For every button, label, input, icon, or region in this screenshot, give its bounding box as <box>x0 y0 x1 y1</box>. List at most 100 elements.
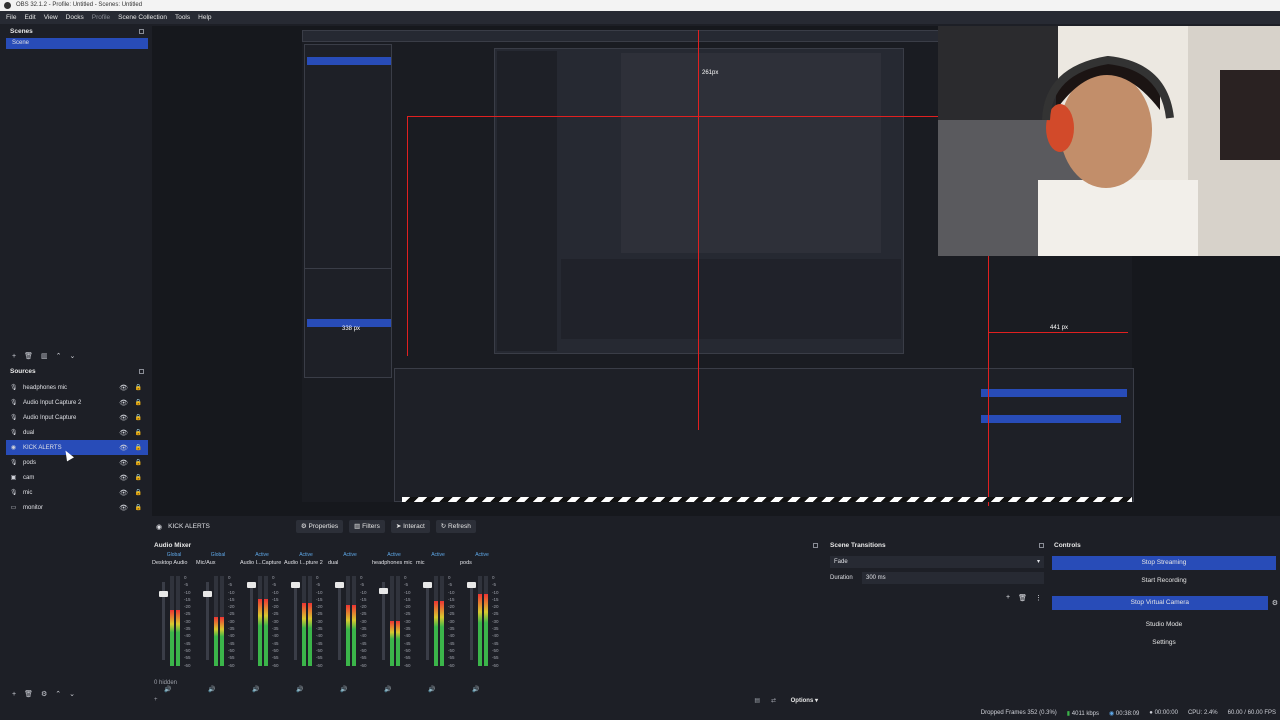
volume-fader[interactable] <box>203 582 212 660</box>
studio-mode-button[interactable]: Studio Mode <box>1052 618 1276 632</box>
speaker-icon[interactable]: 🔊 <box>252 686 259 693</box>
lock-icon[interactable]: 🔒 <box>135 429 142 436</box>
eye-icon[interactable]: 👁 <box>119 474 128 482</box>
speaker-icon[interactable]: 🔊 <box>208 686 215 693</box>
menu-file[interactable]: File <box>6 14 16 21</box>
channel-name[interactable]: pods <box>460 560 504 570</box>
lock-icon[interactable]: 🔒 <box>135 489 142 496</box>
menu-edit[interactable]: Edit <box>24 14 35 21</box>
speaker-icon[interactable]: 🔊 <box>384 686 391 693</box>
menu-scene-collection[interactable]: Scene Collection <box>118 14 167 21</box>
lock-icon[interactable]: 🔒 <box>135 399 142 406</box>
eye-icon[interactable]: 👁 <box>119 384 128 392</box>
fader-knob[interactable] <box>203 591 212 598</box>
channel-name[interactable]: Audio I...Capture <box>240 560 284 570</box>
interact-button[interactable]: ➤ Interact <box>390 520 430 533</box>
trash-icon[interactable]: 🗑 <box>24 690 33 698</box>
source-row-dual[interactable]: 🎙 dual 👁 🔒 <box>6 425 148 440</box>
channel-name[interactable]: mic <box>416 560 460 570</box>
volume-fader[interactable] <box>335 582 344 660</box>
move-up-icon[interactable]: ⌃ <box>55 690 61 698</box>
stop-streaming-button[interactable]: Stop Streaming <box>1052 556 1276 570</box>
speaker-icon[interactable]: 🔊 <box>164 686 171 693</box>
properties-button[interactable]: ⚙ Properties <box>295 520 344 533</box>
fader-knob[interactable] <box>247 582 256 588</box>
volume-fader[interactable] <box>423 582 432 660</box>
stop-virtual-camera-button[interactable]: Stop Virtual Camera <box>1052 596 1268 610</box>
lock-icon[interactable]: 🔒 <box>135 504 142 511</box>
undock-icon[interactable] <box>139 369 144 374</box>
start-recording-button[interactable]: Start Recording <box>1052 574 1276 588</box>
fader-knob[interactable] <box>379 588 388 595</box>
channel-name[interactable]: dual <box>328 560 372 570</box>
source-row-headphones-mic[interactable]: 🎙 headphones mic 👁 🔒 <box>6 380 148 395</box>
source-row-audio-input-capture-2[interactable]: 🎙 Audio Input Capture 2 👁 🔒 <box>6 395 148 410</box>
undock-icon[interactable] <box>813 543 818 548</box>
fader-knob[interactable] <box>423 582 432 588</box>
menu-profile[interactable]: Profile <box>92 14 110 21</box>
channel-name[interactable]: Audio I...pture 2 <box>284 560 328 570</box>
lock-icon[interactable]: 🔒 <box>135 459 142 466</box>
source-row-mic[interactable]: 🎙 mic 👁 🔒 <box>6 485 148 500</box>
source-row-pods[interactable]: 🎙 pods 👁 🔒 <box>6 455 148 470</box>
add-icon[interactable]: + <box>12 353 16 360</box>
speaker-icon[interactable]: 🔊 <box>472 686 479 693</box>
transition-select[interactable]: Fade ▾ <box>830 556 1044 568</box>
lock-icon[interactable]: 🔒 <box>135 384 142 391</box>
eye-icon[interactable]: 👁 <box>119 414 128 422</box>
channel-name[interactable]: Mic/Aux <box>196 560 240 570</box>
speaker-icon[interactable]: 🔊 <box>340 686 347 693</box>
preview-canvas[interactable]: 441 px 261px 338 px <box>152 26 1280 516</box>
channel-name[interactable]: Desktop Audio <box>152 560 196 570</box>
menu-tools[interactable]: Tools <box>175 14 190 21</box>
volume-fader[interactable] <box>247 582 256 660</box>
source-row-monitor[interactable]: ▭ monitor 👁 🔒 <box>6 500 148 515</box>
lock-icon[interactable]: 🔒 <box>135 414 142 421</box>
eye-icon[interactable]: 👁 <box>119 459 128 467</box>
move-up-icon[interactable]: ⌃ <box>56 352 62 360</box>
gear-icon[interactable]: ⚙ <box>41 690 47 698</box>
undock-icon[interactable] <box>1039 543 1044 548</box>
refresh-button[interactable]: ↻ Refresh <box>435 520 476 533</box>
source-row-kick-alerts[interactable]: ◉ KICK ALERTS 👁 🔒 <box>6 440 148 455</box>
trash-icon[interactable]: 🗑 <box>24 352 33 360</box>
move-down-icon[interactable]: ⌄ <box>69 352 75 360</box>
speaker-icon[interactable]: 🔊 <box>296 686 303 693</box>
fader-knob[interactable] <box>467 582 476 588</box>
trash-icon[interactable]: 🗑 <box>1018 594 1027 602</box>
volume-fader[interactable] <box>159 582 168 660</box>
fader-knob[interactable] <box>335 582 344 588</box>
undock-icon[interactable] <box>139 29 144 34</box>
speaker-icon[interactable]: 🔊 <box>428 686 435 693</box>
gear-icon[interactable]: ⚙ <box>1272 599 1278 607</box>
duration-field[interactable]: 300 ms <box>862 572 1044 584</box>
mixer-options-button[interactable]: Options ▾ <box>791 697 818 704</box>
move-down-icon[interactable]: ⌄ <box>69 690 75 698</box>
channel-name[interactable]: headphones mic <box>372 560 416 570</box>
fader-knob[interactable] <box>159 591 168 598</box>
eye-icon[interactable]: 👁 <box>119 444 128 452</box>
filter-icon[interactable]: ▥ <box>41 352 48 360</box>
menu-docks[interactable]: Docks <box>66 14 84 21</box>
source-row-cam[interactable]: ▣ cam 👁 🔒 <box>6 470 148 485</box>
volume-fader[interactable] <box>467 582 476 660</box>
source-row-audio-input-capture[interactable]: 🎙 Audio Input Capture 👁 🔒 <box>6 410 148 425</box>
menu-help[interactable]: Help <box>198 14 211 21</box>
fader-knob[interactable] <box>291 582 300 588</box>
add-icon[interactable]: + <box>1006 594 1010 602</box>
eye-icon[interactable]: 👁 <box>119 504 128 512</box>
lock-icon[interactable]: 🔒 <box>135 474 142 481</box>
lock-icon[interactable]: 🔒 <box>135 444 142 451</box>
eye-icon[interactable]: 👁 <box>119 429 128 437</box>
eye-icon[interactable]: 👁 <box>119 489 128 497</box>
scene-item[interactable]: Scene <box>6 38 148 49</box>
volume-fader[interactable] <box>379 582 388 660</box>
link-icon[interactable]: ⇄ <box>771 697 776 704</box>
menu-view[interactable]: View <box>44 14 58 21</box>
add-icon[interactable]: + <box>12 691 16 698</box>
volume-fader[interactable] <box>291 582 300 660</box>
eye-icon[interactable]: 👁 <box>119 399 128 407</box>
filters-button[interactable]: ▥ Filters <box>349 520 385 533</box>
layout-icon[interactable]: ▤ <box>754 697 760 704</box>
settings-button[interactable]: Settings <box>1052 636 1276 650</box>
